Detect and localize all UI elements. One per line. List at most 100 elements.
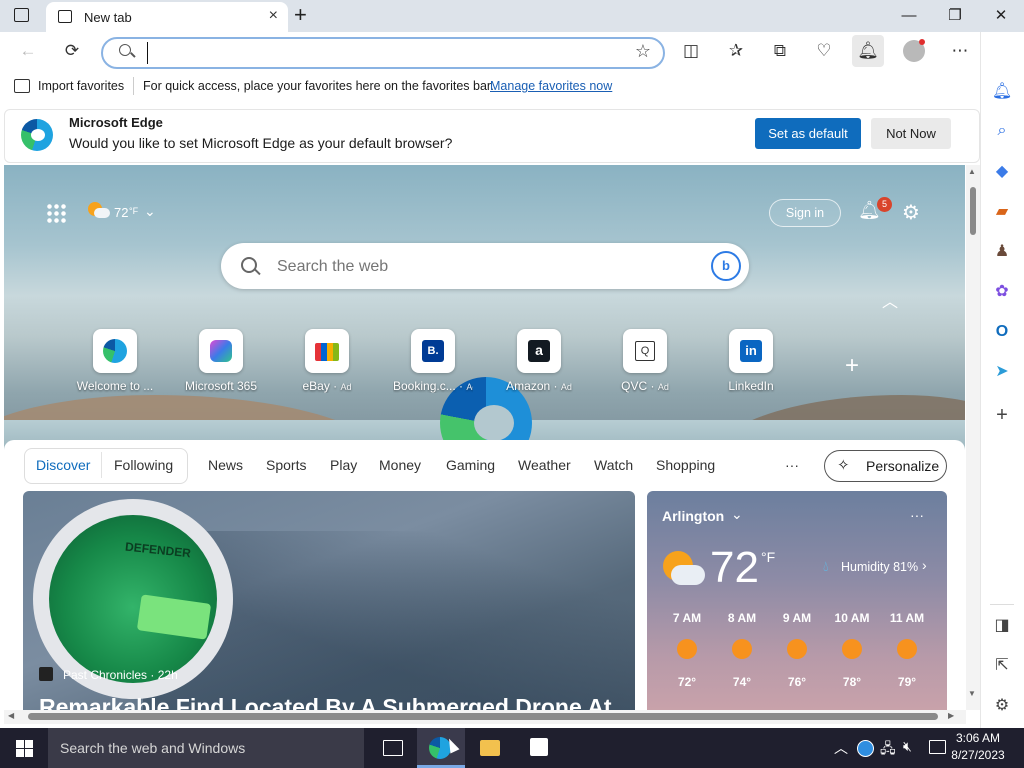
minimize-button[interactable]: —: [886, 0, 932, 32]
not-now-button[interactable]: Not Now: [871, 118, 951, 149]
more-tabs-button[interactable]: ···: [785, 457, 799, 473]
booking-icon: B.: [411, 329, 455, 373]
browser-essentials-icon[interactable]: ♡: [808, 35, 840, 67]
tab-discover[interactable]: Discover: [36, 457, 90, 473]
sidebar-hide-icon[interactable]: ◨: [988, 612, 1016, 640]
sidebar-settings-icon[interactable]: ⚙: [988, 692, 1016, 720]
personalize-button[interactable]: ✧ Personalize: [824, 450, 947, 482]
clock[interactable]: 3:06 AM 8/27/2023: [950, 730, 1006, 764]
clock-date: 8/27/2023: [951, 748, 1005, 762]
network-icon[interactable]: 🖧︎: [880, 738, 896, 762]
chevron-down-icon[interactable]: ⌄: [731, 506, 743, 523]
horizontal-scrollbar[interactable]: ◀ ▶: [4, 710, 966, 724]
task-view-icon[interactable]: [383, 740, 403, 756]
hour-forecast-item[interactable]: 7 AM 72°: [661, 607, 713, 689]
tab-watch[interactable]: Watch: [594, 457, 633, 473]
hour-forecast-item[interactable]: 11 AM 79°: [881, 607, 933, 689]
set-as-default-button[interactable]: Set as default: [755, 118, 861, 149]
favorites-icon[interactable]: ✰: [720, 35, 752, 67]
volume-muted-icon[interactable]: 🔇︎: [903, 738, 912, 755]
tab-money[interactable]: Money: [379, 457, 421, 473]
quick-link-amazon[interactable]: a Amazon · Ad: [499, 329, 579, 393]
favorite-star-icon[interactable]: ☆: [635, 41, 651, 62]
address-bar[interactable]: ☆: [101, 37, 665, 69]
quick-link-label: Welcome to ...: [76, 379, 154, 393]
scroll-down-icon[interactable]: ▼: [968, 689, 976, 698]
tab-shopping[interactable]: Shopping: [656, 457, 715, 473]
sidebar-add-icon[interactable]: +: [988, 401, 1016, 429]
action-center-icon[interactable]: [929, 740, 946, 754]
sidebar-games-icon[interactable]: ♟: [988, 238, 1016, 266]
sidebar-drop-icon[interactable]: ➤: [988, 358, 1016, 386]
weather-more-button[interactable]: ···: [910, 507, 924, 523]
store-icon[interactable]: [530, 738, 548, 756]
back-icon[interactable]: ←: [12, 35, 44, 67]
vertical-scroll-thumb[interactable]: [970, 187, 976, 235]
vertical-scrollbar[interactable]: ▲ ▼: [966, 165, 980, 710]
horizontal-scroll-thumb[interactable]: [28, 713, 938, 720]
hour-forecast-item[interactable]: 9 AM 76°: [771, 607, 823, 689]
quick-link-welcome[interactable]: Welcome to ...: [75, 329, 155, 393]
tab-new-tab[interactable]: New tab ×: [46, 2, 288, 32]
manage-favorites-link[interactable]: Manage favorites now: [490, 79, 612, 93]
humidity-label[interactable]: Humidity 81%: [841, 560, 918, 574]
sidebar-m365-icon[interactable]: ✿: [988, 278, 1016, 306]
hour-forecast-item[interactable]: 10 AM 78°: [826, 607, 878, 689]
scroll-right-icon[interactable]: ▶: [948, 711, 954, 720]
collapse-chevron-icon[interactable]: ︿: [882, 288, 898, 312]
article-source: Past Chronicles · 22h: [63, 668, 178, 682]
sidebar-notifications-icon[interactable]: 🔔︎: [988, 78, 1016, 106]
edge-tray-icon[interactable]: [857, 740, 874, 757]
quick-link-linkedin[interactable]: in LinkedIn: [711, 329, 791, 393]
tab-play[interactable]: Play: [330, 457, 357, 473]
quick-link-qvc[interactable]: Q QVC · Ad: [605, 329, 685, 393]
hour-forecast-item[interactable]: 8 AM 74°: [716, 607, 768, 689]
split-screen-icon[interactable]: ◫: [675, 35, 707, 67]
collections-icon[interactable]: ⧉: [764, 35, 796, 67]
show-hidden-icons-button[interactable]: ︿: [834, 738, 848, 758]
sidebar-open-external-icon[interactable]: ⇱: [988, 652, 1016, 680]
start-windows-icon[interactable]: [16, 740, 33, 757]
file-explorer-icon[interactable]: [480, 740, 500, 756]
tab-label: New tab: [84, 10, 132, 25]
bing-chat-icon[interactable]: b: [711, 251, 741, 281]
quick-link-ebay[interactable]: eBay · Ad: [287, 329, 367, 393]
add-quick-link-icon[interactable]: +: [845, 352, 859, 380]
sidebar-shopping-icon[interactable]: ◆: [988, 158, 1016, 186]
settings-more-icon[interactable]: ⋯: [944, 35, 976, 67]
partly-cloudy-icon: [88, 200, 110, 222]
tab-actions-icon[interactable]: [14, 8, 29, 22]
sidebar-tools-icon[interactable]: ▰: [988, 198, 1016, 226]
web-search-input[interactable]: [275, 255, 679, 279]
close-tab-icon[interactable]: ×: [269, 7, 278, 25]
tab-sports[interactable]: Sports: [266, 457, 306, 473]
tab-weather[interactable]: Weather: [518, 457, 571, 473]
address-input[interactable]: [147, 42, 622, 64]
sidebar-search-icon[interactable]: ⌕: [988, 117, 1016, 145]
default-browser-infobar: Microsoft Edge Would you like to set Mic…: [4, 109, 980, 163]
sidebar-outlook-icon[interactable]: O: [988, 318, 1016, 346]
apps-launcher-icon[interactable]: [46, 203, 66, 223]
refresh-icon[interactable]: ⟳: [56, 35, 88, 67]
weather-city[interactable]: Arlington: [662, 508, 724, 524]
import-favorites-link[interactable]: Import favorites: [38, 79, 124, 93]
notifications-icon[interactable]: 🔔︎: [852, 35, 884, 67]
weather-card[interactable]: Arlington ⌄ ··· 72 °F 💧︎ Humidity 81% › …: [647, 491, 947, 712]
featured-article-card[interactable]: DEFENDER Past Chronicles · 22h Remarkabl…: [23, 491, 635, 712]
tab-following[interactable]: Following: [114, 457, 173, 473]
close-window-button[interactable]: ✕: [978, 0, 1024, 32]
quick-link-microsoft-365[interactable]: Microsoft 365: [181, 329, 261, 393]
weather-temp: 72: [710, 543, 759, 592]
restore-button[interactable]: ❐: [932, 0, 978, 32]
taskbar-search-box[interactable]: Search the web and Windows: [48, 728, 364, 768]
scroll-up-icon[interactable]: ▲: [968, 167, 976, 176]
scroll-left-icon[interactable]: ◀: [8, 711, 14, 720]
web-search-box[interactable]: b: [221, 243, 749, 289]
quick-link-booking[interactable]: B. Booking.c... · Ad: [393, 329, 473, 393]
new-tab-button[interactable]: +: [294, 2, 307, 28]
tab-gaming[interactable]: Gaming: [446, 457, 495, 473]
tab-news[interactable]: News: [208, 457, 243, 473]
page-settings-gear-icon[interactable]: ⚙: [902, 200, 920, 225]
chevron-right-icon[interactable]: ›: [922, 557, 927, 573]
sign-in-button[interactable]: Sign in: [769, 199, 841, 227]
